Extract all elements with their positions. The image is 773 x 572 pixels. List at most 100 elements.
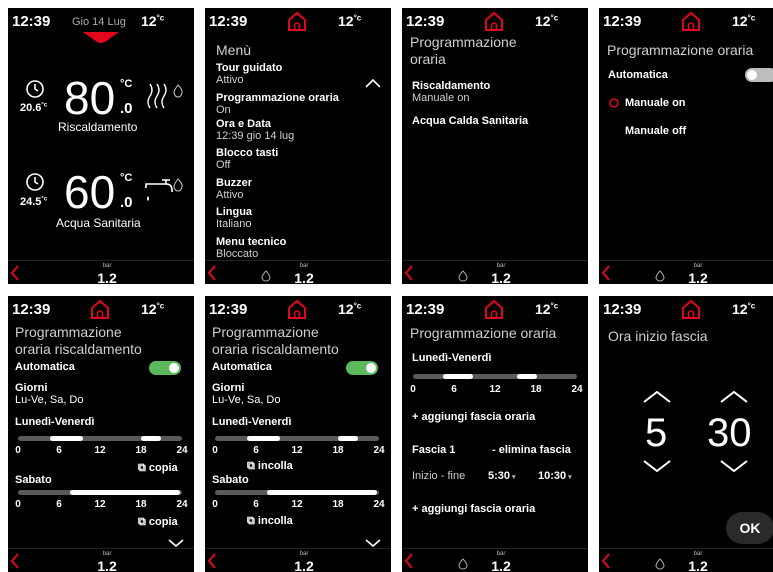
minutes-down-icon[interactable]	[719, 459, 749, 473]
minutes-value[interactable]: 30	[707, 412, 752, 454]
hours-down-icon[interactable]	[642, 459, 672, 473]
days-selector[interactable]: Giorni Lu-Ve, Sa, Do	[212, 382, 281, 406]
start-time-select[interactable]: 5:30 ▾	[488, 470, 516, 482]
clock: 12:39	[209, 301, 248, 318]
outdoor-temp: 12°c	[338, 301, 362, 317]
home-icon[interactable]	[286, 10, 308, 32]
timeline-ticks: 0 6 12 18 24	[410, 384, 583, 395]
timeline-ticks: 0 6 12 18 24	[15, 499, 188, 510]
hours-value[interactable]: 5	[645, 412, 667, 454]
time-slot[interactable]	[247, 436, 280, 441]
copy-button[interactable]: ⧉ copia	[138, 516, 178, 529]
scroll-down-icon[interactable]	[168, 539, 184, 547]
screen-time-picker: 12:39 12°c Ora inizio fascia 5 30 OK bar…	[599, 296, 773, 572]
back-arrow-icon[interactable]	[404, 265, 414, 281]
screen-heating-schedule-copy: 12:39 12°c Programmazione oraria riscalda…	[8, 296, 194, 572]
screen-slot-edit: 12:39 12°c Programmazione oraria Lunedì-…	[402, 296, 588, 572]
home-icon[interactable]	[483, 10, 505, 32]
menu-item-schedule[interactable]: Programmazione oraria On	[216, 92, 339, 116]
heating-setpoint[interactable]: 80	[64, 74, 115, 122]
dhw-setpoint[interactable]: 60	[64, 168, 115, 216]
time-slot[interactable]	[338, 436, 358, 441]
clock-icon[interactable]	[25, 79, 45, 99]
flame-icon	[173, 178, 183, 192]
automatic-toggle[interactable]	[346, 361, 378, 375]
time-slot[interactable]	[70, 490, 180, 495]
pressure-readout: bar 1.2	[97, 263, 117, 284]
screen-menu: 12:39 12°c Menù Tour guidato Attivo Progr…	[205, 8, 391, 284]
weekdays-timeline[interactable]	[215, 436, 379, 441]
back-arrow-icon[interactable]	[601, 553, 611, 569]
copy-button[interactable]: ⧉ copia	[138, 462, 178, 475]
days-selector[interactable]: Giorni Lu-Ve, Sa, Do	[15, 382, 84, 406]
bottom-bar: bar 1.2	[599, 548, 773, 572]
time-slot[interactable]	[141, 436, 161, 441]
screen-home: 12:39 Gio 14 Lug 12°c 20.6°c 80 °C .0 Ri…	[8, 8, 194, 284]
menu-item-language[interactable]: Lingua Italiano	[216, 206, 252, 230]
automatic-label: Automatica	[608, 69, 668, 81]
scroll-up-icon[interactable]	[365, 78, 381, 88]
back-arrow-icon[interactable]	[10, 265, 20, 281]
back-arrow-icon[interactable]	[207, 553, 217, 569]
saturday-timeline[interactable]	[215, 490, 379, 495]
bottom-bar: bar 1.2	[205, 260, 391, 284]
home-icon[interactable]	[680, 298, 702, 320]
clock-icon[interactable]	[25, 172, 45, 192]
time-slot[interactable]	[517, 374, 537, 379]
screen-schedule-list: 12:39 12°c Programmazione oraria Riscalda…	[402, 8, 588, 284]
home-icon[interactable]	[483, 298, 505, 320]
weekdays-timeline[interactable]	[413, 374, 577, 379]
outdoor-temp: 12°c	[732, 301, 756, 317]
automatic-toggle[interactable]	[149, 361, 181, 375]
back-arrow-icon[interactable]	[10, 553, 20, 569]
flame-icon	[655, 558, 665, 570]
home-icon[interactable]	[89, 298, 111, 320]
menu-item-technical[interactable]: Menu tecnico Bloccato	[216, 236, 286, 260]
minutes-up-icon[interactable]	[719, 390, 749, 404]
end-time-select[interactable]: 10:30 ▾	[538, 470, 572, 482]
add-slot-button[interactable]: + aggiungi fascia oraria	[412, 411, 535, 423]
list-item-heating[interactable]: Riscaldamento Manuale on	[412, 80, 490, 104]
menu-item-key-lock[interactable]: Blocco tasti Off	[216, 147, 278, 171]
clock: 12:39	[603, 301, 642, 318]
paste-button[interactable]: ⧉ incolla	[247, 460, 293, 473]
home-icon[interactable]	[680, 10, 702, 32]
menu-item-guided-tour[interactable]: Tour guidato Attivo	[216, 62, 282, 86]
paste-icon: ⧉	[247, 515, 258, 527]
menu-item-buzzer[interactable]: Buzzer Attivo	[216, 177, 252, 201]
time-slot[interactable]	[443, 374, 473, 379]
dhw-current-temp: 24.5°c	[20, 196, 48, 208]
add-slot-button[interactable]: + aggiungi fascia oraria	[412, 503, 535, 515]
weekdays-timeline[interactable]	[18, 436, 182, 441]
screen-schedule-mode: 12:39 12°c Programmazione oraria Automat…	[599, 8, 773, 284]
clock: 12:39	[603, 13, 642, 30]
list-item-dhw[interactable]: Acqua Calda Sanitaria	[412, 115, 528, 127]
option-manual-on[interactable]: Manuale on	[625, 97, 686, 109]
time-slot[interactable]	[267, 490, 377, 495]
paste-button[interactable]: ⧉ incolla	[247, 515, 293, 528]
weekdays-label: Lunedì-Venerdì	[412, 352, 492, 364]
copy-icon: ⧉	[138, 462, 149, 474]
home-icon[interactable]	[286, 298, 308, 320]
page-title: Programmazione oraria riscaldamento	[212, 324, 339, 357]
option-manual-off[interactable]: Manuale off	[625, 125, 686, 137]
heating-decimal: .0	[120, 100, 133, 117]
menu-item-time-date[interactable]: Ora e Data 12:39 gio 14 lug	[216, 118, 294, 142]
time-slot[interactable]	[50, 436, 83, 441]
radio-selected-icon[interactable]	[609, 98, 619, 108]
outdoor-temp: 12°c	[338, 13, 362, 29]
back-arrow-icon[interactable]	[601, 265, 611, 281]
ok-button[interactable]: OK	[726, 512, 773, 544]
back-arrow-icon[interactable]	[207, 265, 217, 281]
delete-slot-button[interactable]: - elimina fascia	[492, 444, 571, 456]
saturday-timeline[interactable]	[18, 490, 182, 495]
dhw-unit: °C	[120, 172, 133, 184]
menu-title: Menù	[216, 42, 252, 58]
clock: 12:39	[406, 13, 445, 30]
automatic-toggle[interactable]	[745, 68, 773, 82]
scroll-down-icon[interactable]	[365, 539, 381, 547]
hours-up-icon[interactable]	[642, 390, 672, 404]
timeline-ticks: 0 6 12 18 24	[212, 499, 385, 510]
copy-icon: ⧉	[138, 516, 149, 528]
back-arrow-icon[interactable]	[404, 553, 414, 569]
